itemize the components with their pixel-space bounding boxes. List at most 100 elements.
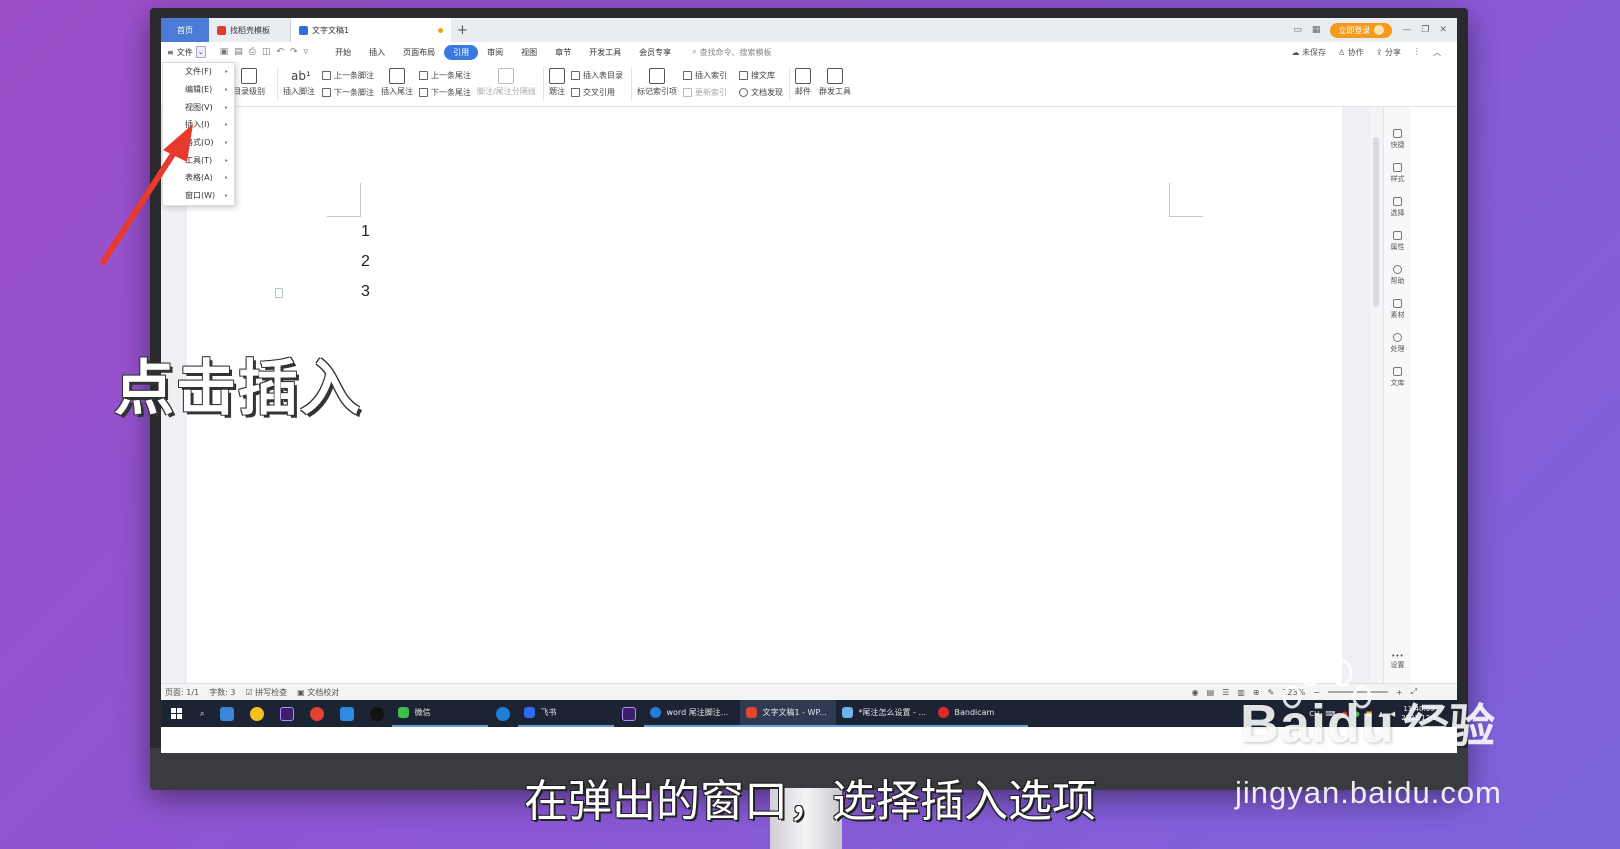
- app-icon[interactable]: [250, 706, 265, 721]
- menu-item-edit[interactable]: 编辑(E) ▸: [163, 81, 234, 99]
- doc-discover-button[interactable]: 文档发现: [739, 87, 783, 98]
- file-menu-label: 文件: [176, 47, 193, 57]
- collapse-ribbon-icon[interactable]: ︿: [1433, 47, 1441, 58]
- next-footnote-button[interactable]: 下一条脚注: [322, 87, 374, 98]
- edge-icon[interactable]: [496, 706, 511, 721]
- qq-icon[interactable]: [370, 706, 385, 721]
- share-button[interactable]: ⇪ 分享: [1376, 47, 1401, 58]
- insert-table-of-figures-button[interactable]: 插入表目录: [571, 70, 623, 81]
- tab-references[interactable]: 引用: [444, 44, 479, 60]
- unsaved-button[interactable]: ☁ 未保存: [1291, 47, 1326, 58]
- outline-view-icon[interactable]: ☰: [1222, 688, 1229, 697]
- tab-start[interactable]: 开始: [326, 45, 360, 60]
- sidebar-item-material[interactable]: 素材: [1384, 299, 1411, 320]
- tab-page-layout[interactable]: 页面布局: [394, 45, 444, 60]
- spell-check-button[interactable]: ☑ 拼写检查: [245, 687, 287, 698]
- tab-home[interactable]: 首页: [161, 18, 209, 42]
- taskbar-app-wps[interactable]: 文字文稿1 - WP...: [740, 700, 837, 727]
- customize-icon[interactable]: ▿: [304, 47, 309, 57]
- chrome-icon[interactable]: [310, 706, 325, 721]
- close-icon[interactable]: ✕: [1439, 25, 1447, 35]
- footnote-separator-button[interactable]: 脚注/尾注分隔线: [477, 68, 536, 97]
- command-search[interactable]: ⌕ 查找命令、搜索模板: [692, 47, 771, 58]
- eye-icon[interactable]: ◉: [1192, 688, 1199, 697]
- photos-icon[interactable]: [220, 706, 235, 721]
- prev-footnote-button[interactable]: 上一条脚注: [322, 70, 374, 81]
- search-library-button[interactable]: 搜文库: [739, 70, 775, 81]
- page-indicator[interactable]: 页面: 1/1: [165, 687, 199, 698]
- tab-developer[interactable]: 开发工具: [580, 45, 630, 60]
- library-icon: [1393, 367, 1402, 376]
- library-icon: [739, 71, 748, 80]
- cross-reference-button[interactable]: 交叉引用: [571, 87, 615, 98]
- mail-button[interactable]: 邮件: [795, 68, 811, 97]
- insert-footnote-button[interactable]: ab¹ 插入脚注: [283, 68, 315, 97]
- restore-icon[interactable]: ❐: [1421, 25, 1429, 35]
- sidebar-item-properties[interactable]: 属性: [1384, 231, 1411, 252]
- sidebar-settings[interactable]: ••• 设置: [1384, 652, 1411, 670]
- taskbar-app-feishu[interactable]: 飞书: [518, 700, 615, 727]
- sidebar-item-help[interactable]: 帮助: [1384, 265, 1411, 286]
- sidebar-item-process[interactable]: 处理: [1384, 333, 1411, 354]
- document-line-1[interactable]: 1: [361, 223, 370, 241]
- mark-index-button[interactable]: 标记索引项: [637, 68, 677, 97]
- menu-item-file[interactable]: 文件(F) ▸: [163, 63, 234, 81]
- taskbar-app-word-footnote[interactable]: word 尾注脚注...: [644, 700, 741, 727]
- caption-button[interactable]: 题注: [549, 68, 565, 97]
- search-icon[interactable]: ⌕: [200, 709, 204, 719]
- group-tools-button[interactable]: 群发工具: [819, 68, 851, 97]
- proofread-button[interactable]: ▣ 文档校对: [297, 687, 339, 698]
- premiere-icon[interactable]: [280, 706, 295, 721]
- menu-item-view[interactable]: 视图(V) ▸: [163, 98, 234, 116]
- save-icon[interactable]: ▣: [220, 47, 229, 57]
- prev-endnote-button[interactable]: 上一条尾注: [419, 70, 471, 81]
- taskbar-app-bandicam[interactable]: Bandicam: [932, 700, 1029, 727]
- undo-icon[interactable]: ↶: [276, 47, 284, 57]
- sidebar-item-style[interactable]: 样式: [1384, 163, 1411, 184]
- toc-level-button[interactable]: 目录级别: [233, 68, 265, 97]
- new-tab-button[interactable]: +: [451, 23, 474, 38]
- redo-icon[interactable]: ↷: [290, 47, 298, 57]
- browser-icon[interactable]: [340, 706, 355, 721]
- next-footnote-label: 下一条脚注: [334, 88, 374, 97]
- next-endnote-button[interactable]: 下一条尾注: [419, 87, 471, 98]
- document-line-2[interactable]: 2: [361, 253, 370, 271]
- print-preview-icon[interactable]: ◫: [262, 47, 271, 57]
- command-search-placeholder: 查找命令、搜索模板: [699, 47, 772, 57]
- page-view-icon[interactable]: ▤: [1207, 688, 1215, 697]
- tab-section[interactable]: 章节: [546, 45, 580, 60]
- tab-review[interactable]: 审阅: [478, 45, 512, 60]
- chevron-down-icon[interactable]: ⌄: [195, 46, 206, 58]
- grid-icon[interactable]: ▦: [1312, 25, 1321, 35]
- endnote-icon: [389, 68, 405, 84]
- scrollbar-thumb[interactable]: [1373, 137, 1379, 307]
- document-line-3[interactable]: 3: [361, 283, 370, 301]
- word-count[interactable]: 字数: 3: [209, 687, 235, 698]
- tab-document[interactable]: 文字文稿1: [291, 18, 451, 42]
- collab-button[interactable]: ♙ 协作: [1338, 47, 1364, 58]
- file-menu-button[interactable]: ≡ 文件 ⌄: [161, 46, 212, 58]
- vertical-scrollbar[interactable]: [1370, 107, 1383, 683]
- sidebar-item-label: 文库: [1390, 379, 1405, 387]
- login-button[interactable]: 立即登录: [1330, 22, 1393, 38]
- paragraph-handle-icon[interactable]: [275, 288, 283, 298]
- sidebar-item-select[interactable]: 选择: [1384, 197, 1411, 218]
- more-icon[interactable]: ⋮: [1413, 47, 1421, 58]
- sidebar-item-quick[interactable]: 快捷: [1384, 129, 1411, 150]
- update-index-button[interactable]: 更新索引: [683, 87, 727, 98]
- insert-index-button[interactable]: 插入索引: [683, 70, 727, 81]
- insert-endnote-button[interactable]: 插入尾注: [381, 68, 413, 97]
- taskbar-app-endnote-doc[interactable]: *尾注怎么设置 - ...: [836, 700, 933, 727]
- tab-insert[interactable]: 插入: [360, 45, 394, 60]
- windows-start-icon[interactable]: [171, 708, 182, 719]
- taskbar-app-wechat[interactable]: 微信: [392, 700, 489, 727]
- tab-template[interactable]: 找稻壳模板: [209, 18, 291, 42]
- premiere-icon[interactable]: [622, 706, 637, 721]
- minimize-icon[interactable]: —: [1402, 25, 1411, 35]
- layout-icon[interactable]: ▭: [1293, 25, 1302, 35]
- sidebar-item-library[interactable]: 文库: [1384, 367, 1411, 388]
- tab-member[interactable]: 会员专享: [630, 45, 680, 60]
- tab-view[interactable]: 视图: [512, 45, 546, 60]
- export-pdf-icon[interactable]: ▤: [234, 47, 243, 57]
- print-icon[interactable]: ⎙: [249, 47, 256, 57]
